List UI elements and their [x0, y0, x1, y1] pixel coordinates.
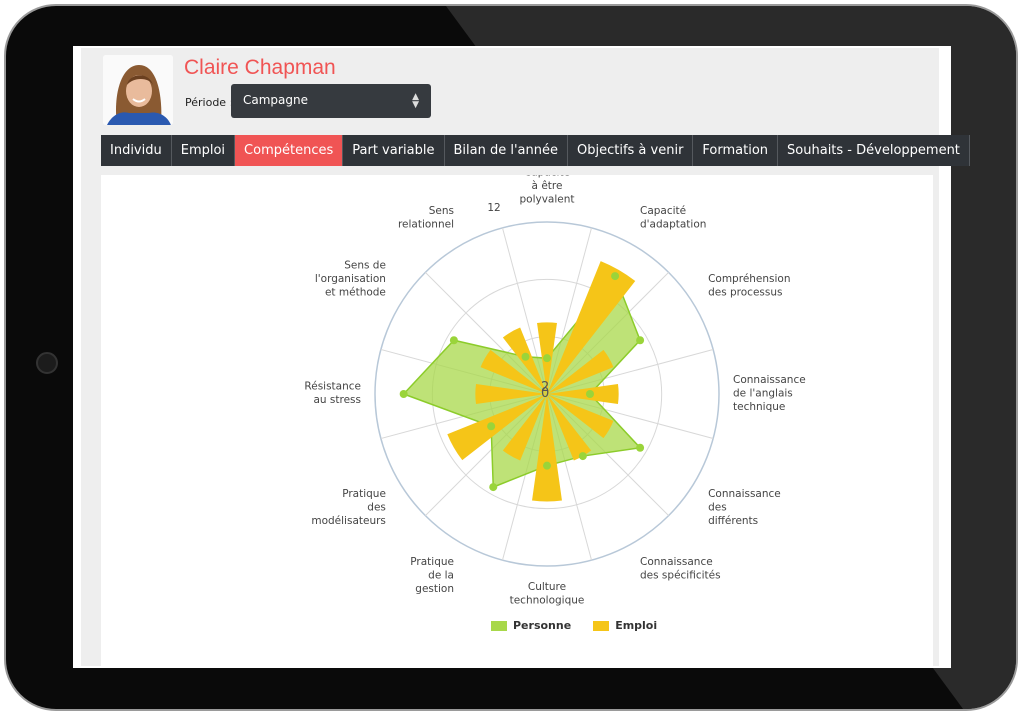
category-label: Sensrelationnel — [398, 205, 454, 231]
personne-point — [543, 354, 551, 363]
tab-individu[interactable]: Individu — [101, 135, 172, 166]
personne-point — [521, 352, 530, 361]
personne-point — [487, 422, 496, 431]
chart-legend: Personne Emploi — [491, 619, 657, 632]
chart-panel: 2012Capacitéà êtrepolyvalentCapacitéd'ad… — [101, 175, 933, 666]
personne-point — [489, 483, 498, 492]
category-label-line: des — [367, 502, 386, 514]
personne-point — [586, 390, 594, 398]
tab-formation[interactable]: Formation — [693, 135, 779, 166]
category-label-line: technologique — [510, 595, 585, 607]
personne-point — [399, 390, 408, 398]
category-label: Sens del'organisation et méthode — [315, 260, 386, 299]
category-label-line: Capacité — [640, 205, 686, 217]
tab-compétences[interactable]: Compétences — [235, 135, 344, 166]
category-label-line: à être — [532, 180, 563, 192]
legend-label-emploi: Emploi — [615, 619, 658, 632]
category-label-line: d'adaptation — [640, 218, 706, 230]
category-label-line: de l'anglais — [733, 387, 793, 399]
tab-emploi[interactable]: Emploi — [172, 135, 236, 166]
category-label: Connaissance des spécificités — [640, 556, 721, 582]
category-label-line: Pratique — [342, 488, 386, 500]
axis-label-max: 12 — [487, 202, 500, 214]
screen: Claire Chapman Période : Campagne ▲ ▼ Ind… — [73, 46, 970, 668]
category-label-line: Sens de — [344, 260, 386, 272]
category-label-line: et méthode — [325, 287, 386, 299]
category-label-line: gestion — [415, 583, 454, 595]
category-label-line: de la — [428, 570, 454, 582]
avatar — [103, 55, 173, 125]
home-button[interactable] — [36, 352, 58, 374]
category-label-line: au stress — [313, 394, 361, 406]
category-label: Connaissancede l'anglais technique — [733, 374, 806, 413]
category-label-line: Compréhension — [708, 273, 790, 285]
category-label-line: Sens — [429, 205, 454, 217]
avatar-photo — [103, 55, 173, 125]
category-label-line: Résistance — [304, 381, 361, 393]
personne-point — [636, 336, 645, 345]
category-label-line: Culture — [528, 581, 566, 593]
personne-point — [636, 443, 645, 452]
category-label-line: Capacité — [524, 175, 570, 179]
category-label-line: des processus — [708, 287, 782, 299]
personne-point — [449, 336, 458, 345]
category-label-line: relationnel — [398, 218, 454, 230]
tab-bilan-de-l-année[interactable]: Bilan de l'année — [445, 135, 568, 166]
category-label-line: Connaissance — [708, 488, 781, 500]
category-label-line: Connaissance — [640, 556, 713, 568]
competences-polar-chart: 2012Capacitéà êtrepolyvalentCapacitéd'ad… — [304, 175, 806, 607]
period-select[interactable]: Campagne ▲ ▼ — [231, 84, 431, 118]
category-label-line: différents — [708, 515, 758, 527]
user-name: Claire Chapman — [184, 56, 336, 79]
category-label: Capacitéà être polyvalent — [519, 175, 574, 206]
category-label-line: modélisateurs — [311, 515, 386, 527]
category-label: Résistanceau stress — [304, 381, 361, 407]
category-label-line: Connaissance — [733, 374, 806, 386]
legend-item-emploi[interactable]: Emploi — [593, 619, 657, 632]
personne-point — [543, 461, 551, 470]
category-label-line: l'organisation — [315, 273, 386, 285]
tab-bar: Individu Emploi Compétences Part variable Bi… — [101, 135, 970, 166]
personne-point — [611, 272, 620, 281]
tab-part-variable[interactable]: Part variable — [343, 135, 445, 166]
category-label: Connaissance desdifférents — [708, 488, 781, 527]
legend-item-personne[interactable]: Personne — [491, 619, 571, 632]
legend-label-personne: Personne — [513, 619, 572, 632]
category-label: Pratique de lagestion — [410, 556, 454, 595]
category-label-line: des — [708, 502, 727, 514]
tab-objectifs-à-venir[interactable]: Objectifs à venir — [568, 135, 694, 166]
personne-point — [578, 452, 587, 461]
category-label: Pratique desmodélisateurs — [311, 488, 386, 527]
tab-souhaits-développement[interactable]: Souhaits - Développement — [778, 135, 970, 166]
category-label-line: des spécificités — [640, 570, 721, 582]
category-label-line: Pratique — [410, 556, 454, 568]
category-label: Capacitéd'adaptation — [640, 205, 706, 231]
period-label: Période : — [185, 96, 234, 109]
period-value: Campagne — [243, 93, 308, 107]
app-content: Claire Chapman Période : Campagne ▲ ▼ Ind… — [81, 48, 970, 666]
category-label-line: polyvalent — [519, 194, 574, 206]
category-label: Compréhension des processus — [708, 273, 790, 299]
axis-label-0: 0 — [541, 386, 549, 401]
category-label: Culture technologique — [510, 581, 585, 607]
category-label-line: technique — [733, 401, 785, 413]
legend-swatch-personne — [491, 620, 507, 631]
legend-swatch-emploi — [593, 620, 610, 631]
sort-arrows-icon: ▲ ▼ — [412, 92, 419, 110]
